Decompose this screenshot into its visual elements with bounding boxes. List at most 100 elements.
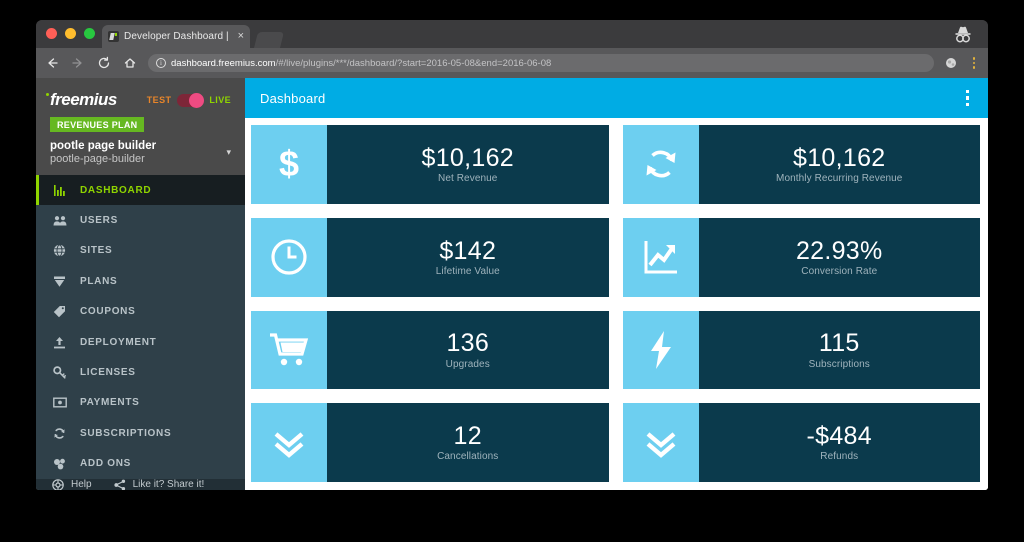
sidebar-item-dashboard[interactable]: DASHBOARD (36, 175, 245, 206)
home-button[interactable] (122, 55, 138, 71)
sidebar-item-deployment[interactable]: DEPLOYMENT (36, 327, 245, 357)
sidebar-item-label: PLANS (80, 275, 118, 287)
share-link[interactable]: Like it? Share it! (113, 479, 205, 490)
main-content: Dashboard $ $10,162 Net Revenue $10,162 … (245, 78, 988, 490)
sidebar-item-add-ons[interactable]: ADD ONS (36, 449, 245, 479)
stat-card-body: 115 Subscriptions (698, 310, 980, 390)
refresh-icon (52, 427, 67, 440)
sidebar-item-coupons[interactable]: COUPONS (36, 297, 245, 327)
stat-value: 22.93% (795, 236, 883, 265)
help-label: Help (71, 479, 92, 490)
browser-window: Developer Dashboard | Freem × (36, 20, 988, 490)
forward-button[interactable] (70, 55, 86, 71)
stat-label: Conversion Rate (801, 265, 878, 277)
url-text: dashboard.freemius.com/#/live/plugins/**… (171, 58, 551, 69)
trend-up-chart-icon (622, 217, 699, 297)
stat-card-body: 136 Upgrades (327, 310, 609, 390)
freemius-logo[interactable]: freemius (46, 90, 117, 110)
stat-label: Subscriptions (808, 358, 870, 370)
addons-icon (52, 458, 67, 470)
switch-knob (189, 92, 205, 108)
users-icon (52, 215, 67, 227)
product-selector[interactable]: pootle page builder pootle-page-builder … (50, 140, 231, 165)
stat-card-body: -$484 Refunds (698, 403, 980, 482)
sidebar-item-users[interactable]: USERS (36, 205, 245, 235)
sidebar-item-plans[interactable]: PLANS (36, 266, 245, 296)
browser-menu-icon[interactable] (968, 57, 980, 69)
share-label: Like it? Share it! (132, 479, 205, 490)
stat-value: $142 (439, 236, 497, 265)
test-mode-label: TEST (146, 95, 172, 105)
url-host: dashboard.freemius.com (171, 57, 276, 69)
stat-card-cancellations[interactable]: 12 Cancellations (251, 403, 609, 482)
sidebar-footer: Help Like it? Share it! (36, 478, 245, 490)
stat-value: 115 (818, 329, 860, 358)
globe-icon (52, 244, 67, 258)
clock-icon (251, 217, 327, 297)
stat-card-conversion-rate[interactable]: 22.93% Conversion Rate (622, 217, 980, 297)
stat-label: Cancellations (437, 451, 499, 463)
double-chevron-down-icon (622, 403, 699, 482)
stat-value: $10,162 (793, 143, 886, 172)
sidebar-item-sites[interactable]: SITES (36, 236, 245, 266)
tab-title: Developer Dashboard | Freem (124, 31, 231, 42)
sidebar-nav: DASHBOARD USERS SITES PLANS COUPONS DEPL… (36, 175, 245, 479)
shopping-cart-icon (251, 310, 327, 390)
key-icon (52, 366, 67, 379)
back-button[interactable] (44, 55, 60, 71)
sidebar-item-label: LICENSES (80, 367, 136, 379)
stat-value: 12 (453, 422, 482, 450)
minimize-window-button[interactable] (65, 28, 76, 39)
tag-icon (52, 305, 67, 318)
page-title: Dashboard (260, 90, 326, 106)
environment-switch[interactable] (177, 92, 205, 108)
plans-icon (52, 275, 67, 288)
close-tab-button[interactable]: × (236, 31, 244, 42)
extension-icon[interactable] (944, 56, 958, 70)
sidebar-item-subscriptions[interactable]: SUBSCRIPTIONS (36, 418, 245, 448)
page-info-icon[interactable]: i (156, 58, 166, 68)
money-icon (52, 397, 67, 408)
stat-card-body: $142 Lifetime Value (327, 217, 609, 297)
new-tab-button[interactable] (254, 32, 284, 48)
maximize-window-button[interactable] (84, 28, 95, 39)
browser-tab[interactable]: Developer Dashboard | Freem × (102, 25, 250, 48)
chevron-down-icon[interactable]: ▾ (226, 147, 231, 158)
close-window-button[interactable] (46, 28, 57, 39)
help-link[interactable]: Help (52, 479, 92, 490)
stat-card-subscriptions[interactable]: 115 Subscriptions (622, 310, 980, 390)
stat-card-body: 12 Cancellations (327, 403, 609, 482)
refresh-icon (622, 125, 699, 204)
environment-toggle[interactable]: TEST LIVE (146, 92, 231, 108)
stat-card-net-revenue[interactable]: $ $10,162 Net Revenue (251, 125, 609, 204)
sidebar-item-label: USERS (80, 215, 118, 227)
tab-strip: Developer Dashboard | Freem × (36, 20, 988, 48)
stats-grid: $ $10,162 Net Revenue $10,162 Monthly Re… (245, 118, 988, 490)
life-ring-icon (52, 479, 64, 490)
sidebar-item-label: ADD ONS (80, 458, 132, 470)
upload-icon (52, 336, 67, 349)
sidebar-item-label: COUPONS (80, 306, 136, 318)
stat-card-monthly-recurring-revenue[interactable]: $10,162 Monthly Recurring Revenue (622, 125, 980, 204)
stat-card-refunds[interactable]: -$484 Refunds (622, 403, 980, 482)
sidebar-item-label: DEPLOYMENT (80, 336, 157, 348)
stat-card-lifetime-value[interactable]: $142 Lifetime Value (251, 217, 609, 297)
brand-row: freemius TEST LIVE (46, 90, 231, 110)
freemius-favicon-icon (108, 31, 119, 42)
stat-value: -$484 (806, 422, 872, 450)
sidebar-item-licenses[interactable]: LICENSES (36, 357, 245, 387)
sidebar-item-payments[interactable]: PAYMENTS (36, 388, 245, 418)
stat-value: $10,162 (421, 143, 514, 172)
address-bar[interactable]: i dashboard.freemius.com/#/live/plugins/… (148, 54, 934, 72)
stat-card-upgrades[interactable]: 136 Upgrades (251, 310, 609, 390)
live-mode-label: LIVE (209, 95, 231, 105)
product-name: pootle page builder (50, 140, 157, 152)
sidebar: freemius TEST LIVE REVENUES PLAN pootle … (36, 78, 245, 490)
incognito-icon (952, 24, 974, 44)
reload-button[interactable] (96, 55, 112, 71)
vertical-dots-icon[interactable] (963, 86, 973, 111)
page-viewport: freemius TEST LIVE REVENUES PLAN pootle … (36, 78, 988, 490)
lightning-bolt-icon (622, 310, 699, 390)
dollar-sign-icon: $ (251, 125, 327, 204)
product-slug: pootle-page-builder (50, 153, 145, 165)
